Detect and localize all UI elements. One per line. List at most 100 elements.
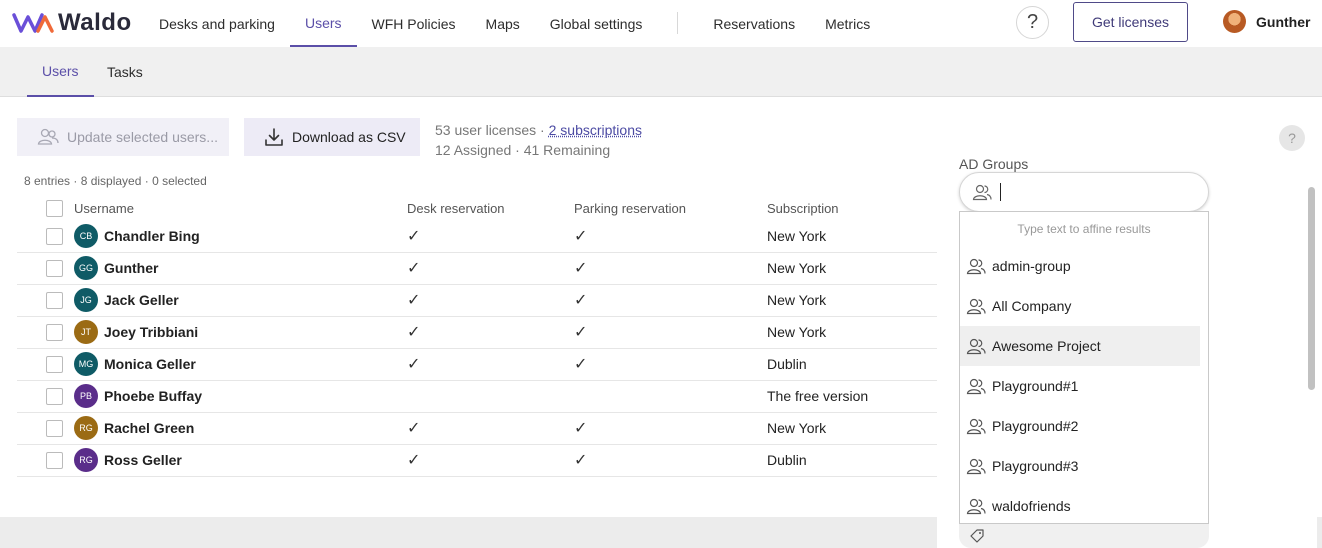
subscription-cell: Dublin [767, 444, 937, 477]
user-initials-avatar: JT [74, 320, 98, 344]
row-select-cell [17, 284, 74, 317]
row-checkbox[interactable] [46, 227, 63, 245]
table-row[interactable]: RG Rachel Green ✓ ✓ New York [17, 412, 937, 445]
parking-check-icon: ✓ [574, 420, 588, 437]
dropdown-options: admin-group All Company Awesome Project Pla… [960, 246, 1208, 526]
dropdown-option-label: waldofriends [992, 498, 1071, 514]
user-initials-avatar: RG [74, 416, 98, 440]
update-selected-users-button[interactable]: Update selected users... [17, 118, 229, 156]
header-subscription[interactable]: Subscription [767, 196, 937, 220]
table-row[interactable]: MG Monica Geller ✓ ✓ Dublin [17, 348, 937, 381]
get-licenses-button[interactable]: Get licenses [1073, 2, 1188, 42]
users-table-body: CB Chandler Bing ✓ ✓ New York GG Gunther ✓ ✓ New … [17, 220, 937, 477]
parking-reservation-cell: ✓ [574, 444, 767, 477]
nav-users[interactable]: Users [289, 0, 357, 47]
subscription-cell: New York [767, 316, 937, 349]
row-select-cell [17, 348, 74, 381]
parking-check-icon: ✓ [574, 227, 588, 245]
nav-metrics[interactable]: Metrics [810, 0, 885, 47]
nav-maps[interactable]: Maps [471, 0, 535, 47]
desk-check-icon: ✓ [407, 452, 421, 469]
select-all-checkbox[interactable] [46, 199, 63, 217]
dropdown-option[interactable]: admin-group [960, 246, 1208, 286]
username[interactable]: Ross Geller [104, 452, 182, 468]
row-select-cell [17, 444, 74, 477]
desk-check-icon: ✓ [407, 260, 421, 277]
dropdown-option-label: Awesome Project [992, 338, 1101, 354]
dropdown-option[interactable]: waldofriends [960, 486, 1208, 526]
group-icon [972, 184, 992, 200]
help-icon[interactable]: ? [1279, 125, 1305, 151]
username[interactable]: Jack Geller [104, 292, 179, 308]
ad-groups-input[interactable] [1000, 183, 1190, 201]
username[interactable]: Chandler Bing [104, 228, 200, 244]
dropdown-option[interactable]: Playground#1 [960, 366, 1208, 406]
subscriptions-link[interactable]: 2 subscriptions [549, 122, 642, 138]
user-initials-avatar: CB [74, 223, 98, 248]
download-icon [265, 128, 283, 146]
desk-reservation-cell: ✓ [407, 284, 574, 317]
username[interactable]: Phoebe Buffay [104, 388, 202, 404]
nav-reservations[interactable]: Reservations [698, 0, 810, 47]
dropdown-option[interactable]: All Company [960, 286, 1208, 326]
group-icon [966, 298, 986, 315]
row-checkbox[interactable] [46, 259, 63, 277]
dropdown-option[interactable]: Playground#2 [960, 406, 1208, 446]
parking-reservation-cell: ✓ [574, 316, 767, 349]
tab-tasks[interactable]: Tasks [92, 47, 158, 97]
users-table: Username Desk reservation Parking reserv… [17, 196, 937, 477]
top-bar: Waldo Desks and parking Users WFH Polici… [0, 0, 1322, 47]
row-checkbox[interactable] [46, 355, 63, 373]
nav-desks-and-parking[interactable]: Desks and parking [144, 0, 290, 47]
username-cell: GG Gunther [74, 252, 407, 285]
header-username[interactable]: Username [74, 196, 407, 220]
dropdown-option[interactable]: Awesome Project [960, 326, 1200, 366]
table-row[interactable]: PB Phoebe Buffay The free version [17, 380, 937, 413]
table-row[interactable]: RG Ross Geller ✓ ✓ Dublin [17, 444, 937, 477]
dropdown-option[interactable]: Playground#3 [960, 446, 1208, 486]
waldo-logo-icon [12, 13, 54, 33]
row-checkbox[interactable] [46, 419, 63, 437]
logo-text: Waldo [58, 9, 132, 36]
desk-reservation-cell: ✓ [407, 252, 574, 285]
row-checkbox[interactable] [46, 323, 63, 341]
username[interactable]: Monica Geller [104, 356, 196, 372]
ad-groups-search[interactable] [959, 172, 1209, 212]
desk-reservation-cell: ✓ [407, 220, 574, 253]
username-cell: RG Ross Geller [74, 444, 407, 477]
table-row[interactable]: JG Jack Geller ✓ ✓ New York [17, 284, 937, 317]
tab-users[interactable]: Users [27, 47, 94, 97]
group-icon [966, 498, 986, 515]
username[interactable]: Rachel Green [104, 420, 194, 436]
table-row[interactable]: CB Chandler Bing ✓ ✓ New York [17, 220, 937, 253]
table-row[interactable]: GG Gunther ✓ ✓ New York [17, 252, 937, 285]
nav-wfh-policies[interactable]: WFH Policies [357, 0, 471, 47]
entries-count: 8 entries · 8 displayed · 0 selected [24, 174, 207, 188]
license-summary: 53 user licenses · 2 subscriptions 12 As… [435, 120, 642, 160]
parking-reservation-cell [574, 380, 767, 413]
tags-field[interactable] [959, 524, 1209, 548]
username[interactable]: Joey Tribbiani [104, 324, 198, 340]
help-button[interactable]: ? [1016, 6, 1049, 39]
username[interactable]: Gunther [104, 260, 158, 276]
user-initials-avatar: RG [74, 448, 98, 472]
desk-check-icon: ✓ [407, 420, 421, 437]
desk-reservation-cell [407, 380, 574, 413]
user-menu[interactable]: Gunther [1223, 10, 1310, 33]
row-checkbox[interactable] [46, 387, 63, 405]
table-header-row: Username Desk reservation Parking reserv… [17, 196, 937, 220]
row-checkbox[interactable] [46, 451, 63, 469]
download-csv-button[interactable]: Download as CSV [244, 118, 420, 156]
username-cell: PB Phoebe Buffay [74, 380, 407, 413]
panel-scrollbar[interactable] [1308, 187, 1315, 390]
table-row[interactable]: JT Joey Tribbiani ✓ ✓ New York [17, 316, 937, 349]
header-desk-reservation[interactable]: Desk reservation [407, 196, 574, 220]
desk-check-icon: ✓ [407, 292, 421, 309]
header-parking-reservation[interactable]: Parking reservation [574, 196, 767, 220]
desk-check-icon: ✓ [407, 227, 421, 245]
desk-reservation-cell: ✓ [407, 444, 574, 477]
logo[interactable]: Waldo [12, 9, 132, 37]
license-count: 53 user licenses · [435, 122, 549, 138]
row-checkbox[interactable] [46, 291, 63, 309]
nav-global-settings[interactable]: Global settings [535, 0, 658, 47]
